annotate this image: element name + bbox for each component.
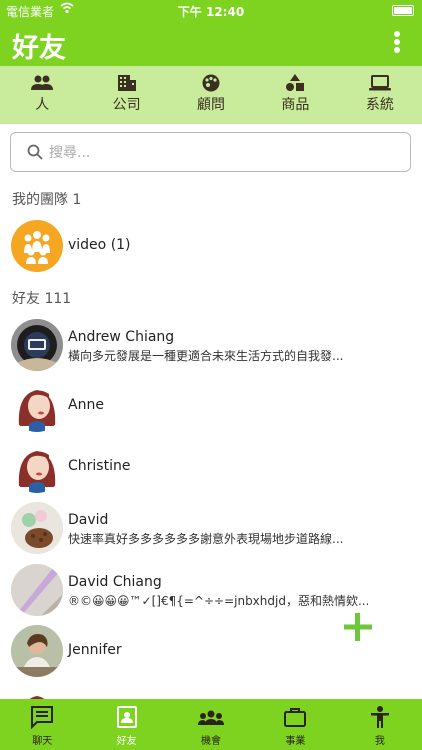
tab-label: 機會 [201, 736, 222, 747]
category-bar: 人 公司 顧問 商品 系統 [0, 66, 422, 124]
tab-label: 我 [374, 736, 385, 747]
avatar [11, 502, 63, 554]
friend-row[interactable] [0, 682, 422, 700]
briefcase-icon [284, 708, 307, 727]
avatar [11, 380, 63, 432]
battery-icon [392, 5, 414, 16]
more-options-icon[interactable] [392, 31, 402, 55]
palette-icon [202, 74, 220, 92]
category-label: 顧問 [197, 97, 226, 113]
avatar [11, 319, 63, 371]
tab-label: 好友 [116, 736, 137, 747]
add-friend-button[interactable] [340, 609, 376, 645]
avatar [11, 686, 63, 700]
category-label: 人 [35, 97, 50, 113]
category-products[interactable]: 商品 [253, 66, 337, 124]
friend-name: David [68, 512, 109, 528]
friend-row[interactable]: Anne [0, 376, 422, 436]
category-people[interactable]: 人 [0, 66, 84, 124]
status-bar: 電信業者 下午 12:40 [0, 0, 422, 20]
building-icon [117, 75, 136, 91]
search-box[interactable] [10, 132, 411, 172]
friend-status: 橫向多元發展是一種更適合未來生活方式的自我發... [68, 349, 344, 363]
tab-label: 聊天 [32, 736, 53, 747]
search-input[interactable] [49, 142, 389, 164]
category-advisor[interactable]: 顧問 [169, 66, 253, 124]
friend-name: Anne [68, 397, 104, 413]
tab-label: 事業 [285, 736, 306, 747]
friend-status: 快速率真好多多多多多多謝意外表現場地步道路線... [68, 532, 344, 546]
friend-name: Jennifer [68, 642, 122, 658]
avatar [11, 564, 63, 616]
category-company[interactable]: 公司 [84, 66, 168, 124]
friend-name: David Chiang [68, 574, 162, 590]
contacts-icon [116, 706, 137, 728]
tab-business[interactable]: 事業 [253, 699, 337, 750]
friends-section-header: 好友 111 [12, 291, 72, 307]
person-icon [370, 706, 389, 728]
team-group-icon [24, 231, 50, 264]
tab-opportunities[interactable]: 機會 [169, 699, 253, 750]
category-label: 商品 [281, 97, 310, 113]
avatar [11, 441, 63, 493]
team-name: video (1) [68, 237, 131, 253]
tab-chat[interactable]: 聊天 [0, 699, 84, 750]
tab-friends[interactable]: 好友 [84, 699, 168, 750]
group-icon [198, 710, 225, 725]
laptop-icon [368, 75, 391, 91]
friend-name: Andrew Chiang [68, 329, 175, 345]
people-icon [31, 75, 54, 90]
shapes-icon [286, 74, 305, 91]
category-system[interactable]: 系統 [338, 66, 422, 124]
avatar [11, 625, 63, 677]
team-row[interactable]: video (1) [0, 216, 422, 276]
team-section-header: 我的團隊 1 [12, 192, 82, 208]
tab-bar: 聊天 好友 機會 事業 我 [0, 699, 422, 750]
search-icon [27, 144, 43, 160]
team-avatar [11, 220, 63, 272]
category-label: 系統 [365, 97, 394, 113]
tab-me[interactable]: 我 [338, 699, 422, 750]
friend-row[interactable]: David 快速率真好多多多多多多謝意外表現場地步道路線... [0, 498, 422, 558]
friend-name: Christine [68, 458, 131, 474]
friend-row[interactable]: Andrew Chiang 橫向多元發展是一種更適合未來生活方式的自我發... [0, 315, 422, 375]
chat-icon [31, 706, 54, 729]
category-label: 公司 [112, 97, 141, 113]
friend-status: ®©😀😀😀™✓[]€¶{=^÷÷=jnbxhdjd，惡和熱情欸... [68, 594, 368, 608]
app-bar: 好友 [0, 20, 422, 66]
clock: 下午 12:40 [177, 5, 245, 19]
plus-icon [344, 613, 372, 641]
page-title: 好友 [12, 33, 66, 64]
friend-row[interactable]: Christine [0, 437, 422, 497]
